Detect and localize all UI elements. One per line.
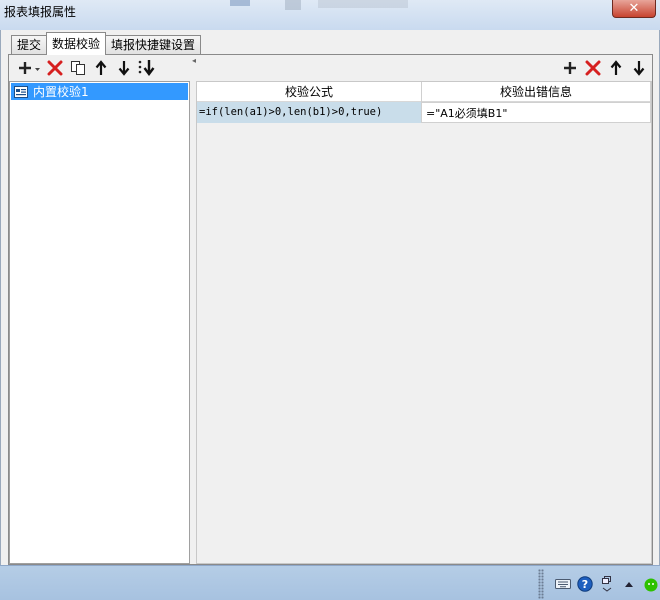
move-up-button[interactable] bbox=[89, 57, 112, 79]
error-message-cell[interactable]: ="A1必须填B1" bbox=[422, 102, 651, 123]
column-header-error-message[interactable]: 校验出错信息 bbox=[422, 82, 651, 102]
title-bar[interactable]: 报表填报属性 ✕ bbox=[0, 0, 660, 30]
move-to-bottom-button[interactable] bbox=[135, 57, 158, 79]
keyboard-icon[interactable] bbox=[554, 575, 572, 593]
copy-icon bbox=[70, 61, 85, 75]
validation-list-pane: 内置校验1 bbox=[9, 55, 190, 564]
tab-shortcut-settings[interactable]: 填报快捷键设置 bbox=[105, 35, 202, 55]
dialog-body: 提交 数据校验 填报快捷键设置 内置校验1 ◂ 校验公式 校验出错信息 =if(… bbox=[0, 30, 660, 565]
table-header: 校验公式 校验出错信息 bbox=[197, 82, 651, 102]
tree-item-builtin-validation-1[interactable]: 内置校验1 bbox=[11, 83, 188, 100]
move-down-button[interactable] bbox=[112, 57, 135, 79]
help-icon[interactable]: ? bbox=[576, 575, 594, 593]
delete-x-icon bbox=[585, 60, 600, 76]
tab-panel-data-validation: 内置校验1 ◂ 校验公式 校验出错信息 =if(len(a1)>0,len(b1… bbox=[8, 54, 653, 565]
background-window-fragment bbox=[285, 0, 301, 10]
right-toolbar bbox=[558, 55, 650, 81]
tab-data-validation[interactable]: 数据校验 bbox=[46, 32, 107, 55]
left-toolbar bbox=[9, 55, 190, 81]
wechat-icon[interactable] bbox=[642, 575, 660, 593]
tab-strip: 提交 数据校验 填报快捷键设置 bbox=[11, 32, 202, 55]
add-dropdown-button[interactable] bbox=[15, 57, 43, 79]
taskbar: ? bbox=[0, 565, 660, 600]
restore-icon[interactable] bbox=[598, 575, 616, 593]
tab-submit[interactable]: 提交 bbox=[11, 35, 48, 55]
tree-item-label: 内置校验1 bbox=[33, 85, 89, 99]
window-title: 报表填报属性 bbox=[4, 5, 77, 19]
table-row[interactable]: =if(len(a1)>0,len(b1)>0,true) ="A1必须填B1" bbox=[197, 102, 651, 123]
svg-text:?: ? bbox=[582, 578, 588, 591]
close-icon: ✕ bbox=[628, 1, 640, 16]
delete-x-icon bbox=[47, 60, 62, 76]
move-to-bottom-icon bbox=[138, 60, 154, 76]
show-hidden-icons-arrow[interactable] bbox=[620, 575, 638, 593]
plus-icon bbox=[563, 62, 576, 74]
arrow-up-icon bbox=[610, 60, 621, 75]
arrow-down-icon bbox=[118, 61, 129, 76]
row-move-up-button[interactable] bbox=[604, 57, 627, 79]
delete-button[interactable] bbox=[43, 57, 66, 79]
background-window-fragment bbox=[318, 0, 408, 8]
column-header-formula[interactable]: 校验公式 bbox=[197, 82, 422, 102]
add-button[interactable] bbox=[558, 57, 581, 79]
formula-cell[interactable]: =if(len(a1)>0,len(b1)>0,true) bbox=[197, 102, 422, 123]
delete-row-button[interactable] bbox=[581, 57, 604, 79]
validation-item-icon bbox=[14, 85, 28, 98]
validation-table: 校验公式 校验出错信息 =if(len(a1)>0,len(b1)>0,true… bbox=[196, 81, 652, 564]
row-move-down-button[interactable] bbox=[627, 57, 650, 79]
arrow-down-icon bbox=[633, 61, 644, 76]
system-tray: ? bbox=[538, 566, 660, 600]
validation-detail-pane: 校验公式 校验出错信息 =if(len(a1)>0,len(b1)>0,true… bbox=[196, 55, 652, 564]
arrow-up-icon bbox=[95, 60, 106, 75]
tray-grip[interactable] bbox=[538, 568, 544, 599]
plus-dropdown-icon bbox=[19, 62, 40, 74]
validation-tree[interactable]: 内置校验1 bbox=[9, 81, 190, 564]
background-window-fragment bbox=[230, 0, 250, 6]
copy-button[interactable] bbox=[66, 57, 89, 79]
close-button[interactable]: ✕ bbox=[612, 0, 656, 18]
